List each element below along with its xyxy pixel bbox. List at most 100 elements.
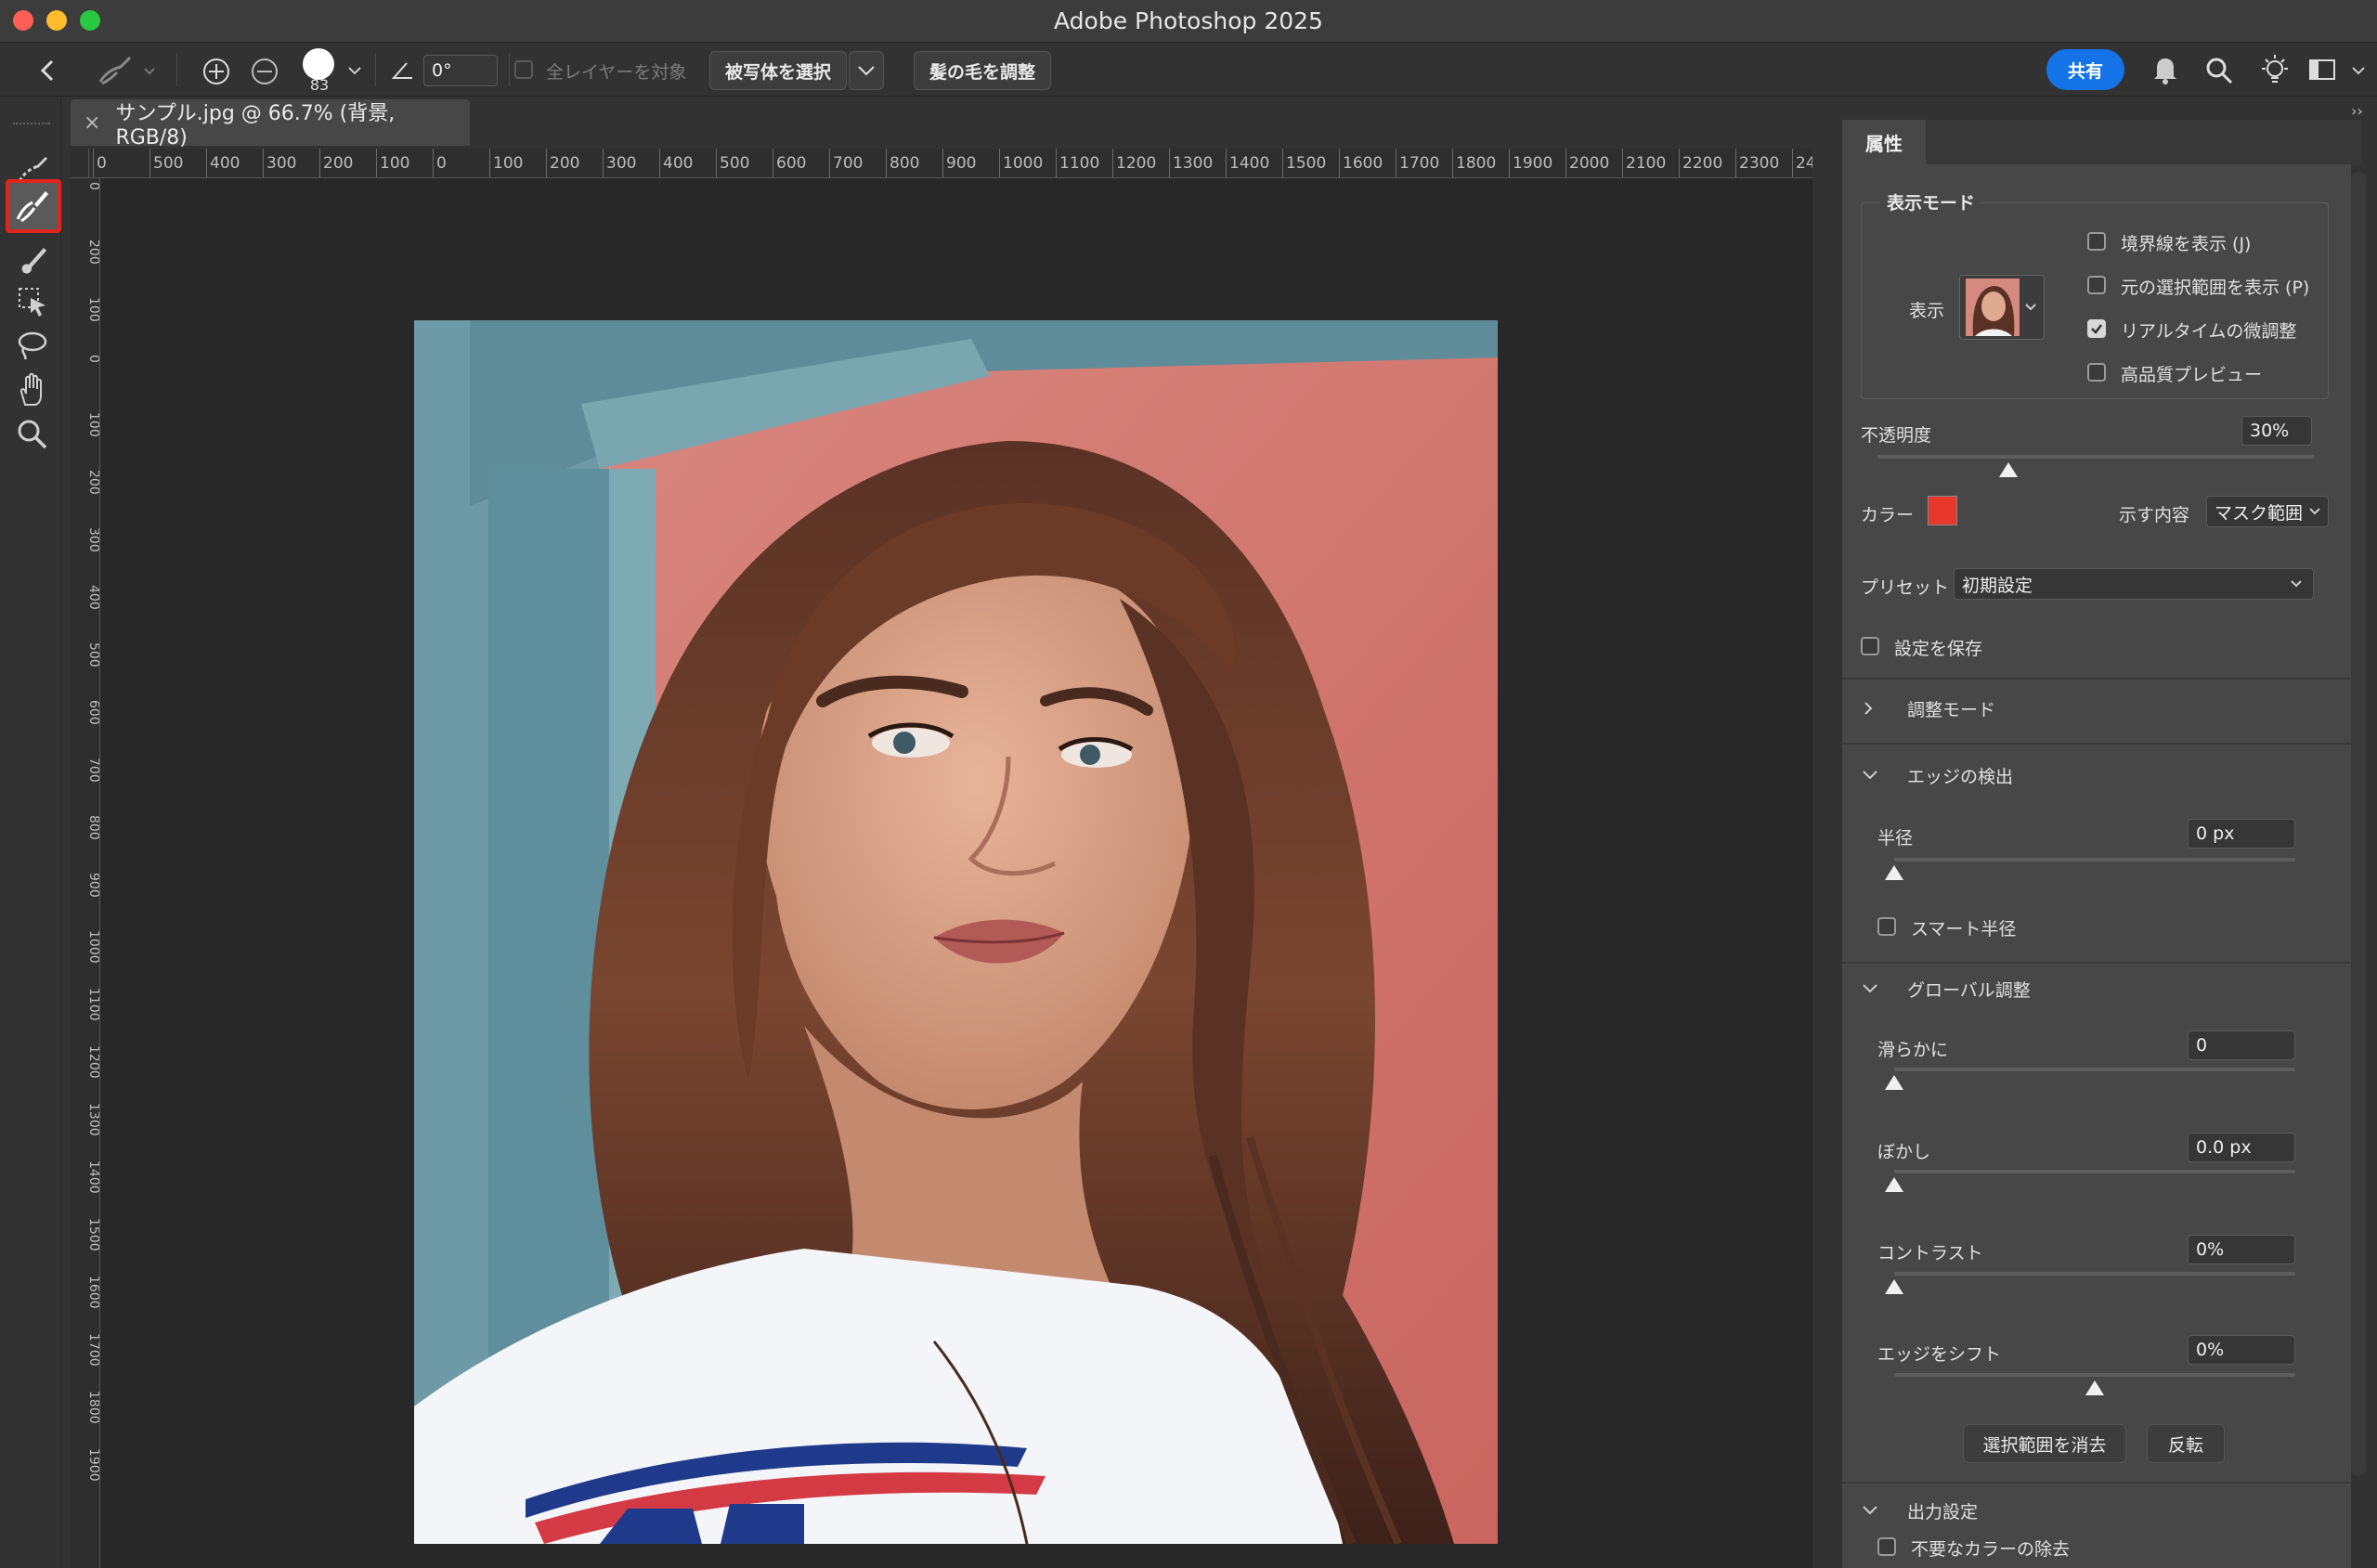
angle-icon [390, 58, 416, 84]
view-option-checkbox[interactable] [2087, 319, 2106, 338]
object-selection-tool-icon[interactable] [11, 280, 54, 323]
share-button[interactable]: 共有 [2046, 49, 2124, 90]
subtract-from-selection-icon[interactable] [249, 56, 280, 87]
ruler-tick-label: 200 [546, 149, 579, 177]
refine-hair-button[interactable]: 髪の毛を調整 [914, 51, 1051, 90]
ruler-tick-label: 1500 [1282, 149, 1326, 177]
ruler-tick-label: 500 [149, 149, 183, 177]
bell-icon[interactable] [2150, 54, 2180, 85]
ruler-tick-label: 400 [659, 149, 693, 177]
clear-selection-button[interactable]: 選択範囲を消去 [1963, 1424, 2126, 1463]
tab-properties[interactable]: 属性 [1842, 120, 1926, 164]
lasso-tool-icon[interactable] [11, 325, 54, 368]
ruler-tick-label: 0 [86, 355, 100, 363]
section-adjust-mode[interactable]: 調整モード [1861, 694, 2344, 722]
view-option-checkbox[interactable] [2087, 276, 2106, 294]
toolbar-grip [13, 123, 50, 128]
shift-edge-slider-thumb[interactable] [2085, 1380, 2104, 1395]
section-edge-detection[interactable]: エッジの検出 [1861, 761, 2344, 789]
ruler-tick-label: 100 [489, 149, 523, 177]
back-icon[interactable] [32, 54, 65, 87]
ruler-tick-label: 100 [86, 412, 100, 437]
refine-edge-brush-preset-icon[interactable] [93, 52, 158, 89]
opacity-slider-track[interactable] [1877, 455, 2314, 459]
ruler-tick-label: 1500 [86, 1218, 100, 1251]
ruler-tick-label: 100 [86, 297, 100, 322]
zoom-tool-icon[interactable] [11, 413, 54, 456]
ruler-tick-label: 1000 [999, 149, 1043, 177]
opacity-slider-thumb[interactable] [1999, 462, 2018, 477]
horizontal-ruler: 0 500 400 300 200 100 0 100 200 300 400 500 600 700 80… [89, 149, 1812, 178]
brush-tool-icon[interactable] [11, 238, 54, 280]
ruler-tick-label: 300 [603, 149, 636, 177]
select-subject-dropdown[interactable] [849, 51, 884, 90]
chevron-down-icon [1863, 771, 1877, 780]
smooth-input[interactable]: 0 [2188, 1030, 2295, 1060]
decontaminate-colors-checkbox[interactable] [1877, 1537, 1896, 1556]
save-settings-checkbox[interactable] [1861, 637, 1879, 655]
smooth-slider-thumb[interactable] [1885, 1075, 1903, 1090]
contrast-input[interactable]: 0% [2188, 1235, 2295, 1264]
view-mode-title: 表示モード [1881, 189, 1981, 214]
section-edge-detection-label: エッジの検出 [1907, 766, 2014, 787]
workspace-icon[interactable] [2308, 58, 2336, 82]
document-image[interactable] [414, 320, 1498, 1544]
feather-slider-thumb[interactable] [1885, 1177, 1903, 1192]
ruler-tick-label: 1700 [86, 1333, 100, 1367]
feather-slider-track[interactable] [1894, 1170, 2295, 1173]
view-option-checkbox[interactable] [2087, 232, 2106, 251]
divider [1842, 1482, 2351, 1484]
opacity-label: 不透明度 [1861, 425, 1932, 446]
expand-panels-icon[interactable]: ›› [2351, 102, 2363, 120]
show-dropdown[interactable]: マスク範囲 [2206, 496, 2329, 527]
ruler-tick-label: 1800 [1452, 149, 1496, 177]
ruler-tick-label: 500 [716, 149, 749, 177]
panel-scrollbar[interactable] [2351, 172, 2366, 1476]
chevron-down-icon[interactable] [2349, 61, 2368, 80]
feather-label: ぼかし [1877, 1142, 1931, 1162]
radius-slider-track[interactable] [1894, 858, 2295, 862]
smooth-slider-track[interactable] [1894, 1068, 2295, 1071]
view-option-label: リアルタイムの微調整 [2121, 321, 2297, 342]
ruler-tick-label: 700 [86, 758, 100, 783]
chevron-down-icon[interactable] [345, 61, 364, 80]
section-output-settings[interactable]: 出力設定 [1861, 1497, 2344, 1524]
brush-size-preview[interactable] [303, 48, 334, 80]
angle-input[interactable]: 0° [423, 55, 498, 86]
ruler-tick-label: 2100 [1622, 149, 1666, 177]
refine-edge-brush-tool-icon[interactable] [11, 185, 54, 227]
document-tab[interactable]: × サンプル.jpg @ 66.7% (背景, RGB/8) [71, 99, 470, 149]
radius-input[interactable]: 0 px [2188, 819, 2295, 849]
ruler-tick-label: 100 [376, 149, 409, 177]
invert-button[interactable]: 反転 [2147, 1424, 2225, 1463]
shift-edge-input[interactable]: 0% [2188, 1335, 2295, 1365]
smart-radius-checkbox[interactable] [1877, 917, 1896, 936]
color-swatch[interactable] [1928, 496, 1957, 525]
ruler-tick-label: 800 [886, 149, 919, 177]
chevron-down-icon [2025, 304, 2036, 311]
radius-slider-thumb[interactable] [1885, 865, 1903, 880]
shift-edge-slider-track[interactable] [1894, 1373, 2295, 1377]
ruler-tick-label: 1400 [1226, 149, 1269, 177]
close-tab-icon[interactable]: × [84, 111, 100, 135]
show-value: マスク範囲 [2215, 502, 2304, 524]
lightbulb-icon[interactable] [2258, 52, 2292, 87]
ruler-tick-label: 700 [829, 149, 863, 177]
view-option-checkbox[interactable] [2087, 363, 2106, 382]
sample-all-layers-checkbox[interactable] [514, 60, 533, 79]
opacity-input[interactable]: 30% [2241, 416, 2312, 446]
contrast-slider-thumb[interactable] [1885, 1279, 1903, 1294]
preset-dropdown[interactable]: 初期設定 [1954, 568, 2314, 600]
feather-input[interactable]: 0.0 px [2188, 1133, 2295, 1162]
contrast-slider-track[interactable] [1894, 1272, 2295, 1276]
shift-edge-label: エッジをシフト [1877, 1344, 2002, 1365]
select-subject-button[interactable]: 被写体を選択 [709, 51, 847, 90]
view-mode-dropdown[interactable] [1959, 275, 2045, 340]
search-icon[interactable] [2204, 56, 2234, 85]
hand-tool-icon[interactable] [11, 369, 54, 411]
section-global-refinements[interactable]: グローバル調整 [1861, 975, 2344, 1003]
section-adjust-mode-label: 調整モード [1907, 699, 1996, 720]
vertical-ruler: 0 200 100 0 100 200 300 400 500 600 700 800 900 1000 1… [71, 178, 100, 1568]
add-to-selection-icon[interactable] [201, 56, 232, 87]
section-global-refinements-label: グローバル調整 [1907, 979, 2031, 1001]
